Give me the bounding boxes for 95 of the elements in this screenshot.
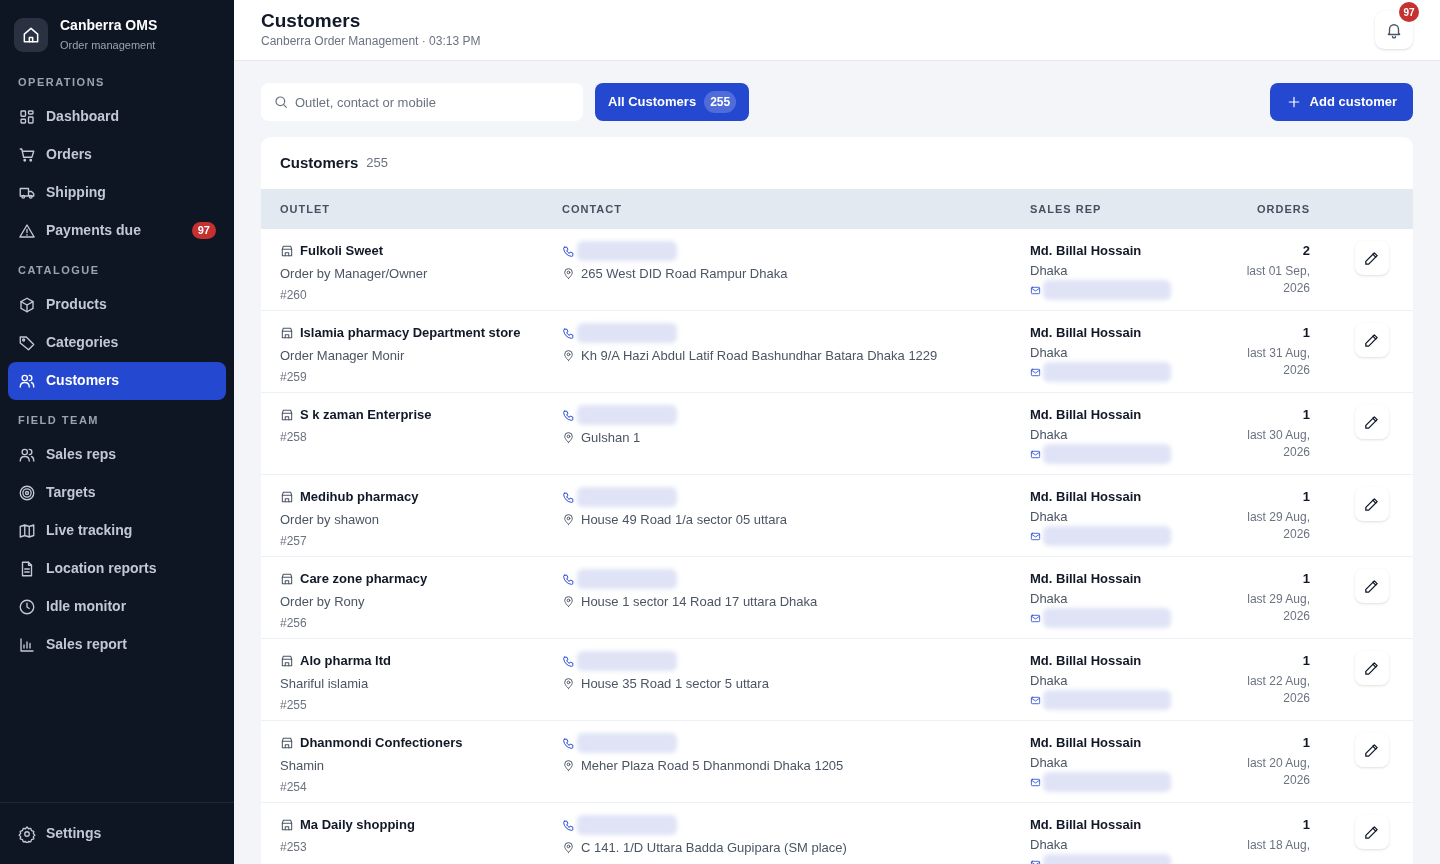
table-title: Customers	[280, 152, 359, 173]
order-count: 1	[1302, 734, 1310, 752]
outlet-id: #260	[280, 287, 308, 304]
nav-item[interactable]: Payments due 97	[8, 211, 226, 250]
column-header: SALES REP	[1030, 201, 1103, 217]
last-order-date: last 01 Sep, 2026	[1245, 262, 1310, 297]
nav-item[interactable]: Dashboard	[8, 97, 226, 136]
last-order-date: last 31 Aug, 2026	[1246, 344, 1310, 379]
nav-item[interactable]: Live tracking	[8, 511, 226, 550]
sales-rep-city: Dhaka	[1030, 507, 1069, 526]
column-header: OUTLET	[279, 201, 331, 217]
sales-rep-name: Md. Billal Hossain	[1030, 570, 1143, 588]
column-header: CONTACT	[562, 201, 623, 217]
count-badge: 97	[191, 222, 216, 239]
brand-name: Canberra OMS	[60, 16, 158, 34]
sales-rep-city: Dhaka	[1030, 261, 1069, 280]
address-text: Kh 9/A Hazi Abdul Latif Road Bashundhar Batara Dhaka 1229	[581, 347, 938, 365]
outlet-name: Medihub pharmacy	[300, 488, 419, 506]
sales-rep-name: Md. Billal Hossain	[1030, 734, 1143, 752]
outlet-id: #259	[280, 369, 308, 386]
outlet-id: #257	[280, 533, 308, 550]
nav-item[interactable]: Customers	[8, 361, 226, 400]
outlet-name: Dhanmondi Confectioners	[300, 734, 463, 752]
section-heading: CATALOGUE	[17, 263, 101, 279]
order-count: 1	[1302, 488, 1310, 506]
sales-rep-city: Dhaka	[1030, 753, 1069, 772]
address-text: House 1 sector 14 Road 17 uttara Dhaka	[581, 593, 818, 611]
brand-subtitle: Order management	[60, 38, 157, 53]
outlet-name: S k zaman Enterprise	[300, 406, 432, 424]
notification-badge: 97	[1399, 2, 1419, 22]
order-count: 2	[1302, 242, 1310, 260]
outlet-note: Order by Rony	[280, 592, 366, 611]
outlet-name: Ma Daily shopping	[300, 816, 415, 834]
nav-item[interactable]: Sales report	[8, 625, 226, 664]
page-subtitle: Canberra Order Management · 03:13 PM	[261, 33, 481, 50]
search-field[interactable]: Outlet, contact or mobile	[261, 83, 583, 121]
sales-rep-city: Dhaka	[1030, 425, 1069, 444]
order-count: 1	[1302, 570, 1310, 588]
order-count: 1	[1302, 652, 1310, 670]
address-text: Meher Plaza Road 5 Dhanmondi Dhaka 1205	[581, 757, 844, 775]
last-order-date: last 30 Aug, 2026	[1246, 426, 1310, 461]
last-order-date: last 18 Aug,	[1246, 836, 1310, 854]
sales-rep-name: Md. Billal Hossain	[1030, 406, 1143, 424]
outlet-name: Islamia pharmacy Department store	[300, 324, 521, 342]
column-header: ORDERS	[1255, 201, 1310, 217]
nav-item[interactable]: Categories	[8, 323, 226, 362]
outlet-note: Order by Manager/Owner	[280, 264, 429, 283]
add-customer-button[interactable]: Add customer	[1269, 83, 1413, 121]
count-badge: 255	[704, 91, 737, 113]
address-text: 265 West DID Road Rampur Dhaka	[581, 265, 788, 283]
outlet-name: Fulkoli Sweet	[300, 242, 384, 260]
outlet-name: Care zone pharmacy	[300, 570, 428, 588]
table-count: 255	[366, 154, 389, 173]
nav-item[interactable]: Settings	[8, 823, 112, 844]
outlet-note: Shamin	[280, 756, 326, 775]
last-order-date: last 20 Aug, 2026	[1246, 754, 1310, 789]
nav-item[interactable]: Products	[8, 285, 226, 324]
nav-item[interactable]: Location reports	[8, 549, 226, 588]
nav-item[interactable]: Sales reps	[8, 435, 226, 474]
sales-rep-city: Dhaka	[1030, 671, 1069, 690]
section-heading: FIELD TEAM	[17, 413, 100, 429]
sales-rep-name: Md. Billal Hossain	[1030, 324, 1143, 342]
outlet-id: #256	[280, 615, 308, 632]
address-text: C 141. 1/D Uttara Badda Gupipara (SM place)	[581, 839, 847, 857]
order-count: 1	[1302, 324, 1310, 342]
last-order-date: last 29 Aug, 2026	[1246, 590, 1310, 625]
nav-item[interactable]: Targets	[8, 473, 226, 512]
sales-rep-city: Dhaka	[1030, 589, 1069, 608]
sales-rep-name: Md. Billal Hossain	[1030, 242, 1143, 260]
outlet-note: Order by shawon	[280, 510, 380, 529]
section-heading: OPERATIONS	[17, 75, 106, 91]
nav-item[interactable]: Shipping	[8, 173, 226, 212]
outlet-note: Order Manager Monir	[280, 346, 406, 365]
outlet-note: Shariful islamia	[280, 674, 370, 693]
sales-rep-name: Md. Billal Hossain	[1030, 816, 1143, 834]
outlet-id: #254	[280, 779, 308, 796]
address-text: Gulshan 1	[581, 429, 641, 447]
outlet-id: #258	[280, 428, 308, 446]
sales-rep-city: Dhaka	[1030, 835, 1069, 854]
outlet-id: #255	[280, 697, 308, 714]
last-order-date: last 29 Aug, 2026	[1246, 508, 1310, 543]
filter-tab[interactable]: All Customers 255	[595, 83, 750, 121]
order-count: 1	[1302, 816, 1310, 834]
nav-item[interactable]: Orders	[8, 135, 226, 174]
last-order-date: last 22 Aug, 2026	[1246, 672, 1310, 707]
address-text: House 49 Road 1/a sector 05 uttara	[581, 511, 787, 529]
nav-item[interactable]: Idle monitor	[8, 587, 226, 626]
address-text: House 35 Road 1 sector 5 uttara	[581, 675, 769, 693]
order-count: 1	[1302, 406, 1310, 424]
outlet-id: #253	[280, 838, 308, 856]
sales-rep-name: Md. Billal Hossain	[1030, 652, 1143, 670]
outlet-name: Alo pharma ltd	[300, 652, 391, 670]
page-title: Customers	[261, 10, 362, 32]
sales-rep-name: Md. Billal Hossain	[1030, 488, 1143, 506]
sales-rep-city: Dhaka	[1030, 343, 1069, 362]
